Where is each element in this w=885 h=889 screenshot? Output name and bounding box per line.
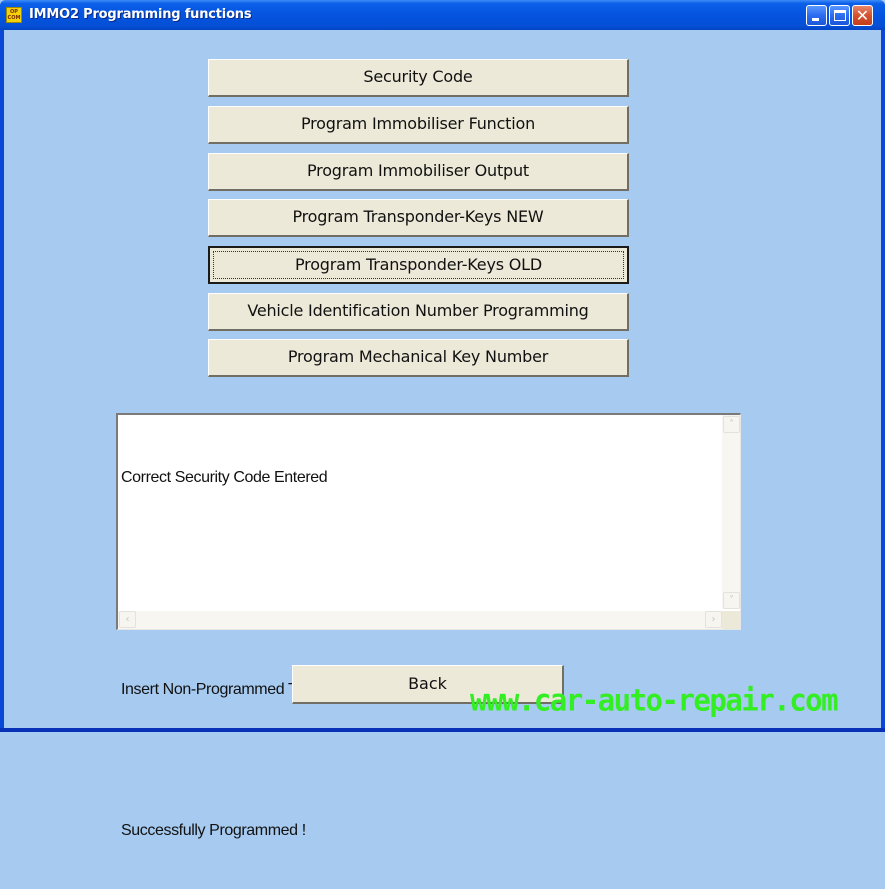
button-label: Security Code xyxy=(363,67,473,86)
minimize-button[interactable] xyxy=(806,5,827,26)
button-label: Vehicle Identification Number Programmin… xyxy=(247,301,589,320)
minimize-icon xyxy=(812,18,819,21)
window-bottom-border xyxy=(0,728,885,732)
client-area: Security Code Program Immobiliser Functi… xyxy=(4,30,881,839)
program-transponder-keys-new-button[interactable]: Program Transponder-Keys NEW xyxy=(208,199,629,237)
log-line: Correct Security Code Entered xyxy=(121,469,328,486)
vin-programming-button[interactable]: Vehicle Identification Number Programmin… xyxy=(208,293,629,331)
status-log-textarea[interactable]: Correct Security Code Entered See Checki… xyxy=(116,413,741,839)
scrollbar-corner xyxy=(722,611,740,629)
scroll-down-icon[interactable]: ˅ xyxy=(723,592,740,609)
close-button[interactable]: ✕ xyxy=(852,5,873,26)
focus-ring xyxy=(213,251,624,279)
program-immobiliser-output-button[interactable]: Program Immobiliser Output xyxy=(208,153,629,191)
log-text: Correct Security Code Entered See Checki… xyxy=(121,419,717,889)
title-bar[interactable]: OP COM IMMO2 Programming functions ✕ xyxy=(0,0,885,30)
maximize-icon xyxy=(834,10,846,21)
button-label: Program Mechanical Key Number xyxy=(287,347,549,366)
security-code-button[interactable]: Security Code xyxy=(208,59,629,97)
program-immobiliser-function-button[interactable]: Program Immobiliser Function xyxy=(208,106,629,144)
button-label: Program Immobiliser Output xyxy=(307,161,529,180)
button-label: Program Immobiliser Function xyxy=(300,114,536,133)
vertical-scrollbar[interactable]: ˄ ˅ xyxy=(722,415,740,609)
close-icon: ✕ xyxy=(855,6,870,25)
scroll-left-icon[interactable]: ‹ xyxy=(119,611,136,628)
button-label: Back xyxy=(408,674,447,693)
log-line: Successfully Programmed ! xyxy=(121,821,306,839)
button-label: Program Transponder-Keys NEW xyxy=(292,207,544,226)
opcom-app-icon[interactable]: OP COM xyxy=(6,7,22,23)
immo2-window: OP COM IMMO2 Programming functions ✕ Secu… xyxy=(0,0,885,839)
program-transponder-keys-old-button[interactable]: Program Transponder-Keys OLD xyxy=(208,246,629,284)
window-title: IMMO2 Programming functions xyxy=(29,7,252,22)
scroll-right-icon[interactable]: › xyxy=(705,611,722,628)
scroll-up-icon[interactable]: ˄ xyxy=(723,416,740,433)
watermark-text: www.car-auto-repair.com xyxy=(470,682,839,718)
horizontal-scrollbar[interactable]: ‹ › xyxy=(118,611,722,629)
program-mechanical-key-number-button[interactable]: Program Mechanical Key Number xyxy=(208,339,629,377)
maximize-button[interactable] xyxy=(829,5,850,26)
